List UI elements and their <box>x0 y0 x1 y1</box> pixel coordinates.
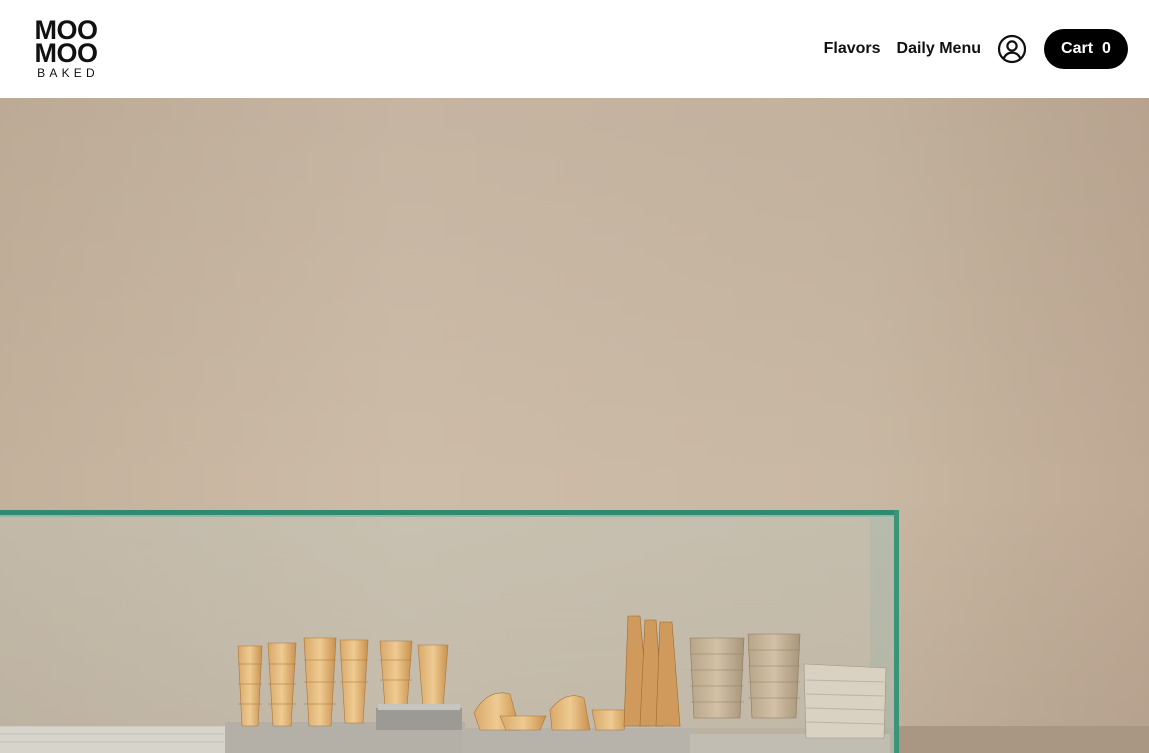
logo-subtitle: BAKED <box>37 65 99 80</box>
nav-link-flavors[interactable]: Flavors <box>824 40 881 58</box>
main-nav: Flavors Daily Menu Cart 0 <box>824 29 1128 69</box>
cart-button[interactable]: Cart 0 <box>1044 29 1128 69</box>
hero-image <box>0 98 1149 753</box>
site-header: MOO MOO BAKED Flavors Daily Menu Cart 0 <box>0 0 1149 98</box>
hero-photo <box>0 98 1149 753</box>
brand-logo[interactable]: MOO MOO BAKED <box>31 16 101 80</box>
cart-label: Cart <box>1061 40 1094 57</box>
nav-link-daily-menu[interactable]: Daily Menu <box>897 40 981 58</box>
cart-count: 0 <box>1102 40 1111 57</box>
user-circle-icon[interactable] <box>997 34 1027 64</box>
logo-line-2: MOO <box>34 37 99 68</box>
